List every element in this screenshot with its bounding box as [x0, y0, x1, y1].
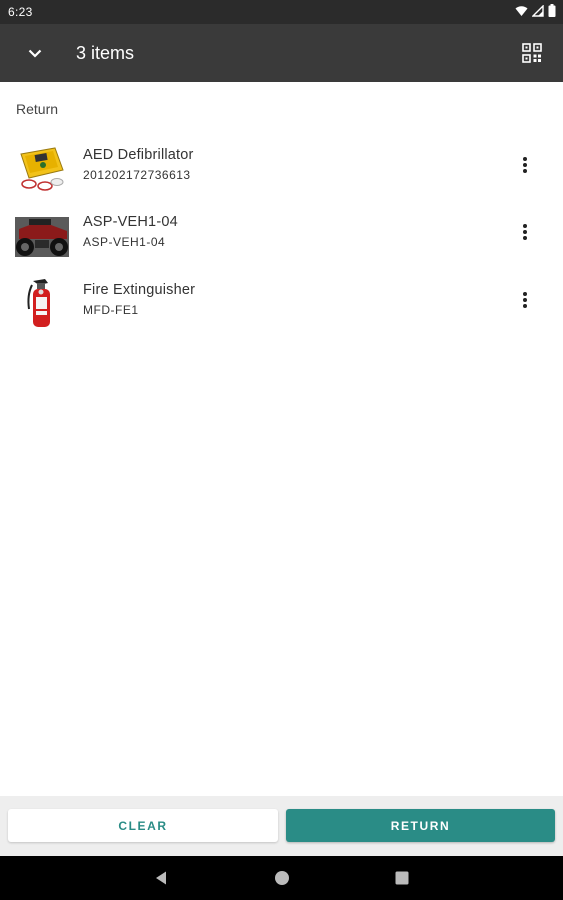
more-vertical-icon [523, 224, 527, 240]
system-nav-bar [0, 856, 563, 900]
fire-extinguisher-image [15, 275, 69, 329]
scan-qr-button[interactable] [515, 36, 549, 70]
list-item[interactable]: AED Defibrillator 201202172736613 [0, 136, 563, 198]
qr-code-icon [522, 43, 542, 63]
status-time: 6:23 [8, 5, 33, 19]
nav-recents-button[interactable] [390, 866, 414, 890]
atv-vehicle-image [15, 207, 69, 261]
item-subtitle: 201202172736613 [83, 168, 191, 182]
list-item[interactable]: Fire Extinguisher MFD-FE1 [0, 271, 563, 333]
return-button[interactable]: RETURN [286, 809, 555, 842]
action-bar: CLEAR RETURN [0, 796, 563, 856]
signal-icon [532, 4, 544, 17]
section-label: Return [16, 101, 59, 117]
battery-icon [548, 4, 556, 17]
item-subtitle: MFD-FE1 [83, 303, 139, 317]
more-vertical-icon [523, 292, 527, 308]
back-icon [156, 871, 166, 885]
status-bar: 6:23 [0, 0, 563, 24]
page-title: 3 items [76, 43, 135, 63]
aed-defibrillator-image [15, 140, 69, 194]
wifi-icon [515, 5, 528, 16]
more-vertical-icon [523, 157, 527, 173]
item-title: Fire Extinguisher [83, 282, 196, 298]
item-more-button[interactable] [510, 148, 540, 182]
clear-button[interactable]: CLEAR [8, 809, 278, 842]
home-icon [275, 871, 289, 885]
list-item[interactable]: ASP-VEH1-04 ASP-VEH1-04 [0, 203, 563, 265]
item-more-button[interactable] [510, 283, 540, 317]
recents-icon [395, 871, 409, 885]
nav-home-button[interactable] [270, 866, 294, 890]
app-bar: 3 items [0, 24, 563, 82]
status-icons [515, 4, 556, 17]
collapse-button[interactable] [18, 36, 52, 70]
item-title: AED Defibrillator [83, 147, 194, 163]
item-more-button[interactable] [510, 215, 540, 249]
nav-back-button[interactable] [149, 866, 173, 890]
item-title: ASP-VEH1-04 [83, 214, 178, 230]
item-subtitle: ASP-VEH1-04 [83, 235, 166, 249]
chevron-down-icon [28, 49, 42, 58]
